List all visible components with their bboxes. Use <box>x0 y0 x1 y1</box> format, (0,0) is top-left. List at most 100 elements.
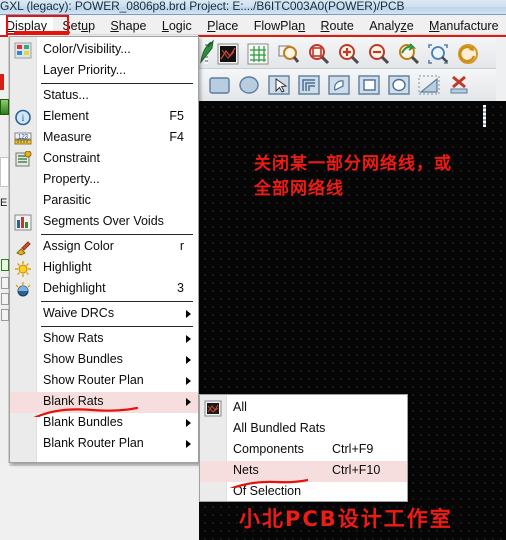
menu-item-assign-color[interactable]: Assign Color r <box>10 237 198 258</box>
menu-item-accel: 3 <box>177 281 184 295</box>
chevron-right-icon <box>186 419 191 427</box>
toolbar-row-shapes <box>199 69 506 127</box>
zoom-by-points-button[interactable] <box>305 41 330 65</box>
menu-item-label: Element <box>43 109 89 123</box>
menu-item-color-visibility[interactable]: Color/Visibility... <box>10 40 198 61</box>
menu-item-show-rats[interactable]: Show Rats <box>10 329 198 350</box>
submenu-item-all-bundled-rats[interactable]: All Bundled Rats <box>200 419 407 440</box>
menu-item-label: Color/Visibility... <box>43 42 131 56</box>
left-strip-letter: E <box>0 197 8 209</box>
chevron-right-icon <box>186 310 191 318</box>
zoom-out-button[interactable] <box>365 41 390 65</box>
shape-circle-outline-button[interactable] <box>387 73 412 97</box>
bottom-window-chrome <box>0 463 199 540</box>
menu-item-element[interactable]: i Element F5 <box>10 107 198 128</box>
shape-delete-button[interactable] <box>447 73 472 97</box>
application-window: GXL (legacy): POWER_0806p8.brd Project: … <box>0 0 506 540</box>
submenu-item-components[interactable]: Components Ctrl+F9 <box>200 440 407 461</box>
menu-route[interactable]: Route <box>314 16 359 35</box>
submenu-item-label: Components <box>233 442 304 456</box>
menu-item-accel: F4 <box>169 130 184 144</box>
cursor-arrow-icon <box>199 38 215 67</box>
rats-icon <box>204 400 222 417</box>
submenu-item-nets[interactable]: Nets Ctrl+F10 <box>200 461 407 482</box>
chrome-divider <box>9 463 199 466</box>
menu-item-blank-bundles[interactable]: Blank Bundles <box>10 413 198 434</box>
menu-item-label: Measure <box>43 130 92 144</box>
shape-square-outline-button[interactable] <box>357 73 382 97</box>
menu-item-segments-over-voids[interactable]: Segments Over Voids <box>10 212 198 233</box>
menu-separator <box>41 234 193 235</box>
zoom-world-button[interactable] <box>425 41 449 65</box>
submenu-item-accel: Ctrl+F9 <box>332 442 374 456</box>
menu-item-highlight[interactable]: Highlight <box>10 258 198 279</box>
shape-polygon-button[interactable] <box>417 73 442 97</box>
menu-item-blank-rats[interactable]: Blank Rats <box>10 392 198 413</box>
menu-item-accel: r <box>179 239 184 253</box>
chevron-right-icon <box>186 440 191 448</box>
ruler-icon: 123 <box>14 130 32 147</box>
menu-bar[interactable]: Display Setup Shape Logic Place FlowPlan… <box>0 15 506 35</box>
menu-logic[interactable]: Logic <box>156 16 198 35</box>
menu-item-label: Segments Over Voids <box>43 214 164 228</box>
menu-item-measure[interactable]: 123 Measure F4 <box>10 128 198 149</box>
menu-item-dehighlight[interactable]: Dehighlight 3 <box>10 279 198 300</box>
menu-item-show-bundles[interactable]: Show Bundles <box>10 350 198 371</box>
bargraph-icon <box>14 214 32 231</box>
toolbar-area <box>199 37 506 127</box>
zoom-fit-button[interactable] <box>275 41 300 65</box>
menu-item-status[interactable]: Status... <box>10 86 198 107</box>
menu-item-label: Property... <box>43 172 100 186</box>
submenu-item-of-selection[interactable]: Of Selection <box>200 482 407 503</box>
blank-rats-submenu[interactable]: All All Bundled Rats Components Ctrl+F9 … <box>199 394 408 502</box>
menu-separator <box>41 326 193 327</box>
menu-item-show-router-plan[interactable]: Show Router Plan <box>10 371 198 392</box>
dehighlight-icon <box>14 281 32 298</box>
chevron-right-icon <box>186 335 191 343</box>
display-dropdown-menu[interactable]: Color/Visibility... Layer Priority... St… <box>9 36 199 463</box>
left-strip-box-3[interactable] <box>1 309 9 321</box>
chevron-right-icon <box>186 356 191 364</box>
menu-item-waive-drcs[interactable]: Waive DRCs <box>10 304 198 325</box>
left-strip-box-2[interactable] <box>1 293 9 305</box>
menu-item-property[interactable]: Property... <box>10 170 198 191</box>
shape-circle-button[interactable] <box>237 73 262 97</box>
display-grid-button[interactable] <box>245 41 269 65</box>
shape-rectangle-button[interactable] <box>207 73 232 97</box>
canvas-annotation-line-1: 关闭某一部分网络线，或 <box>254 154 452 174</box>
menu-flowplan[interactable]: FlowPlan <box>248 16 311 35</box>
left-strip-white-field[interactable] <box>0 157 9 187</box>
annotation-display-underline <box>14 31 70 34</box>
highlight-icon <box>14 260 32 277</box>
menu-analyze[interactable]: Analyze <box>363 16 419 35</box>
menu-item-parasitic[interactable]: Parasitic <box>10 191 198 212</box>
menu-item-label: Parasitic <box>43 193 91 207</box>
left-strip-green-box[interactable] <box>1 259 9 271</box>
zoom-in-button[interactable] <box>335 41 360 65</box>
menu-item-label: Dehighlight <box>43 281 106 295</box>
menu-shape[interactable]: Shape <box>104 16 152 35</box>
zoom-previous-button[interactable] <box>395 41 420 65</box>
left-strip-box-1[interactable] <box>1 277 9 289</box>
menu-item-blank-router-plan[interactable]: Blank Router Plan <box>10 434 198 455</box>
toolbar-grip-2[interactable] <box>483 105 486 127</box>
submenu-item-all[interactable]: All <box>200 398 407 419</box>
menu-place[interactable]: Place <box>201 16 244 35</box>
menu-item-constraint[interactable]: Constraint <box>10 149 198 170</box>
display-color-visibility-button[interactable] <box>215 41 239 65</box>
menu-item-accel: F5 <box>169 109 184 123</box>
menu-manufacture[interactable]: Manufacture <box>423 16 505 35</box>
constraint-icon <box>14 150 32 168</box>
menu-item-label: Blank Router Plan <box>43 436 144 450</box>
submenu-item-label: All <box>233 400 247 414</box>
shape-layers-button[interactable] <box>297 73 322 97</box>
chevron-right-icon <box>186 377 191 385</box>
toolbar-row-view <box>199 37 506 69</box>
menu-item-label: Waive DRCs <box>43 306 115 320</box>
left-strip-green-icon[interactable] <box>0 99 9 115</box>
menu-item-layer-priority[interactable]: Layer Priority... <box>10 61 198 82</box>
shape-arc-button[interactable] <box>327 73 352 97</box>
select-arrow-button[interactable] <box>267 73 292 97</box>
submenu-item-label: Nets <box>233 463 259 477</box>
refresh-button[interactable] <box>455 41 479 65</box>
